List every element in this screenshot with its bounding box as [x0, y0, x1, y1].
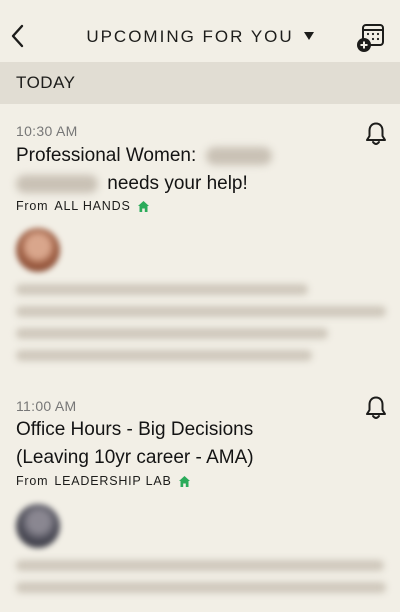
back-button[interactable] [6, 22, 28, 50]
event-description-blurred [16, 284, 386, 372]
blurred-text-line [16, 582, 386, 593]
event-title[interactable]: Office Hours - Big Decisions (Leaving 10… [16, 416, 336, 472]
avatar[interactable] [16, 504, 60, 548]
from-label: From [16, 199, 49, 213]
section-header-today: TODAY [0, 62, 400, 104]
home-icon [137, 200, 149, 212]
event-title-line-2: (Leaving 10yr career - AMA) [16, 447, 254, 468]
event-title-line-1: Office Hours - Big Decisions [16, 419, 254, 440]
event-source: From LEADERSHIP LAB [16, 474, 191, 488]
event-source: From ALL HANDS [16, 199, 150, 213]
event-title-prefix: Professional Women: [16, 145, 197, 166]
section-label: TODAY [16, 73, 76, 92]
top-navigation-bar: UPCOMING FOR YOU [0, 0, 400, 62]
event-time: 10:30 AM [16, 123, 78, 139]
bell-icon[interactable] [362, 120, 390, 148]
add-to-calendar-button[interactable] [356, 22, 386, 54]
blurred-name [205, 146, 272, 165]
bell-icon[interactable] [362, 394, 390, 422]
from-label: From [16, 474, 49, 488]
blurred-text-line [16, 560, 384, 571]
blurred-text-line [16, 328, 328, 339]
blurred-text-line [16, 350, 312, 361]
event-title-suffix: needs your help! [107, 173, 248, 194]
caret-down-icon [303, 32, 314, 40]
blurred-text-line [16, 284, 308, 295]
page-title: UPCOMING FOR YOU [86, 27, 294, 46]
home-icon [178, 475, 190, 487]
organization-name[interactable]: LEADERSHIP LAB [54, 474, 171, 488]
chevron-left-icon [11, 24, 24, 48]
calendar-add-icon [357, 24, 384, 52]
blurred-text-line [16, 306, 386, 317]
upcoming-filter-dropdown[interactable]: UPCOMING FOR YOU [86, 27, 314, 47]
event-card[interactable]: 10:30 AM Professional Women: needs your … [0, 104, 400, 374]
event-title[interactable]: Professional Women: needs your help! [16, 142, 336, 198]
blurred-name [16, 174, 98, 193]
event-time: 11:00 AM [16, 398, 77, 414]
event-description-blurred [16, 560, 386, 604]
organization-name[interactable]: ALL HANDS [54, 199, 130, 213]
avatar[interactable] [16, 228, 60, 272]
event-card[interactable]: 11:00 AM Office Hours - Big Decisions (L… [0, 376, 400, 612]
